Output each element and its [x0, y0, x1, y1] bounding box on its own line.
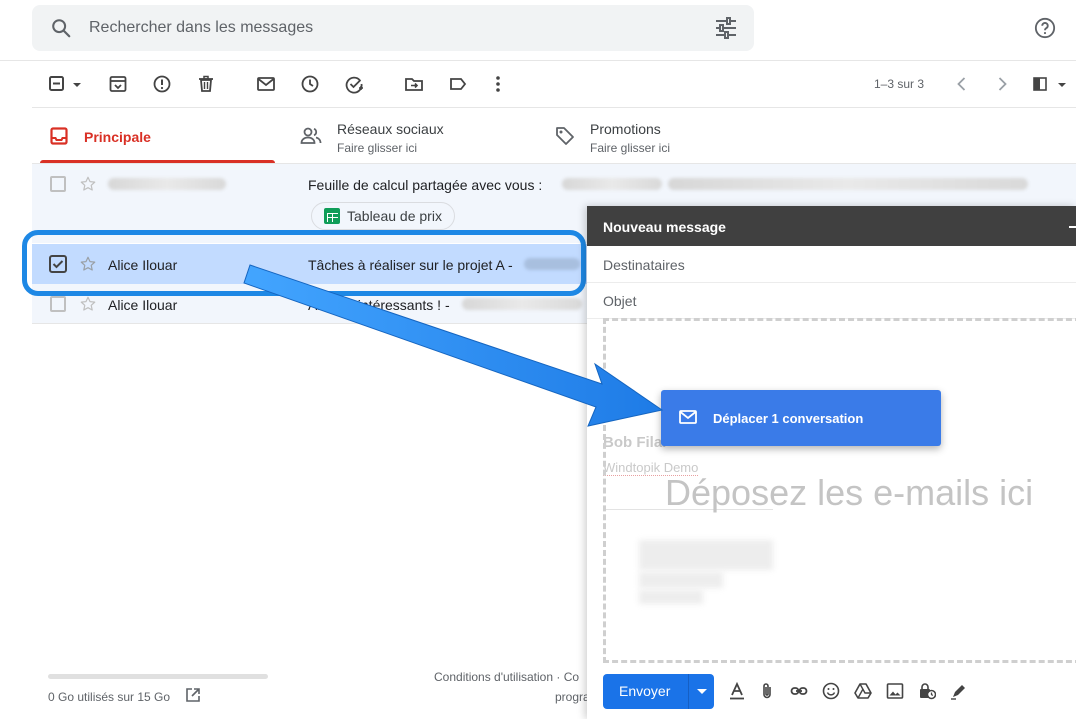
sheets-icon: [324, 208, 340, 224]
delete-icon[interactable]: [196, 74, 216, 94]
sender-redacted: [108, 178, 226, 190]
signature-pen-icon[interactable]: [950, 682, 968, 700]
program-policies-link[interactable]: progra: [555, 690, 590, 704]
compose-header[interactable]: Nouveau message: [587, 206, 1076, 246]
compose-window[interactable]: Nouveau message Destinataires Objet Bob …: [587, 206, 1076, 719]
tag-icon: [556, 127, 574, 145]
snippet-redacted: [462, 298, 582, 310]
field-divider: [587, 282, 1076, 283]
more-options-icon[interactable]: [488, 74, 508, 94]
send-options-icon[interactable]: [697, 689, 707, 694]
row-checkbox[interactable]: [50, 176, 66, 192]
storage-bar: [48, 674, 268, 679]
star-icon[interactable]: [79, 295, 97, 313]
recipients-field[interactable]: Destinataires: [603, 257, 685, 273]
emoji-icon[interactable]: [822, 682, 840, 700]
send-button[interactable]: Envoyer: [603, 674, 714, 709]
split-pane-icon[interactable]: [1032, 74, 1068, 94]
snippet-redacted: [668, 178, 1028, 190]
tab-label: Réseaux sociaux: [337, 121, 444, 137]
send-divider: [688, 674, 689, 709]
email-subject: Feuille de calcul partagée avec vous :: [308, 177, 543, 193]
search-icon[interactable]: [50, 17, 72, 39]
mark-unread-icon[interactable]: [256, 74, 276, 94]
label-icon[interactable]: [448, 74, 468, 94]
drag-move-tooltip: Déplacer 1 conversation: [661, 390, 941, 446]
external-link-icon[interactable]: [185, 687, 201, 703]
move-to-icon[interactable]: [404, 74, 424, 94]
report-spam-icon[interactable]: [152, 74, 172, 94]
snippet-redacted: [562, 178, 662, 190]
drive-icon[interactable]: [854, 682, 872, 700]
attach-file-icon[interactable]: [758, 682, 776, 700]
tab-label: Principale: [84, 129, 151, 145]
header-divider: [0, 60, 1076, 61]
star-icon[interactable]: [79, 175, 97, 193]
minimize-icon[interactable]: [1069, 226, 1076, 228]
send-label: Envoyer: [619, 683, 671, 699]
snooze-icon[interactable]: [300, 74, 320, 94]
select-dropdown-icon[interactable]: [70, 74, 84, 94]
compose-title: Nouveau message: [603, 219, 726, 235]
tab-sublabel: Faire glisser ici: [590, 141, 671, 155]
tab-sublabel: Faire glisser ici: [337, 141, 418, 155]
email-sender: Alice Ilouar: [108, 297, 178, 313]
tab-reseaux-sociaux[interactable]: Réseaux sociaux Faire glisser ici: [290, 110, 540, 164]
archive-icon[interactable]: [108, 74, 128, 94]
help-icon[interactable]: [1034, 17, 1056, 39]
toolbar-divider: [32, 107, 1076, 108]
formatting-icon[interactable]: [728, 682, 746, 700]
row-checkbox[interactable]: [50, 296, 66, 312]
pagination-count: 1–3 sur 3: [874, 77, 925, 91]
drop-zone-label: Déposez les e-mails ici: [665, 472, 1034, 513]
mail-icon: [679, 410, 697, 424]
insert-photo-icon[interactable]: [886, 682, 904, 700]
search-bar[interactable]: Rechercher dans les messages: [32, 5, 754, 51]
tab-label: Promotions: [590, 121, 661, 137]
search-options-icon[interactable]: [714, 17, 738, 39]
selection-highlight-annotation: [22, 230, 586, 296]
storage-usage: 0 Go utilisés sur 15 Go: [48, 690, 171, 704]
next-page-icon[interactable]: [992, 74, 1012, 94]
attachment-name: Tableau de prix: [347, 208, 442, 224]
attachment-chip[interactable]: Tableau de prix: [311, 202, 455, 230]
prev-page-icon[interactable]: [952, 74, 972, 94]
select-all-checkbox-icon[interactable]: [48, 74, 68, 94]
terms-link[interactable]: Conditions d'utilisation · Co: [434, 670, 579, 684]
drag-label: Déplacer 1 conversation: [713, 411, 864, 426]
add-task-icon[interactable]: [344, 74, 364, 94]
tab-promotions[interactable]: Promotions Faire glisser ici: [545, 110, 795, 164]
tab-principale[interactable]: Principale: [40, 110, 275, 164]
subject-field[interactable]: Objet: [603, 293, 636, 309]
people-icon: [300, 127, 322, 144]
inbox-icon: [50, 127, 68, 145]
search-input[interactable]: Rechercher dans les messages: [89, 19, 313, 37]
insert-link-icon[interactable]: [790, 682, 808, 700]
email-subject: Articles intéressants ! -: [308, 297, 450, 313]
confidential-mode-icon[interactable]: [918, 682, 936, 700]
